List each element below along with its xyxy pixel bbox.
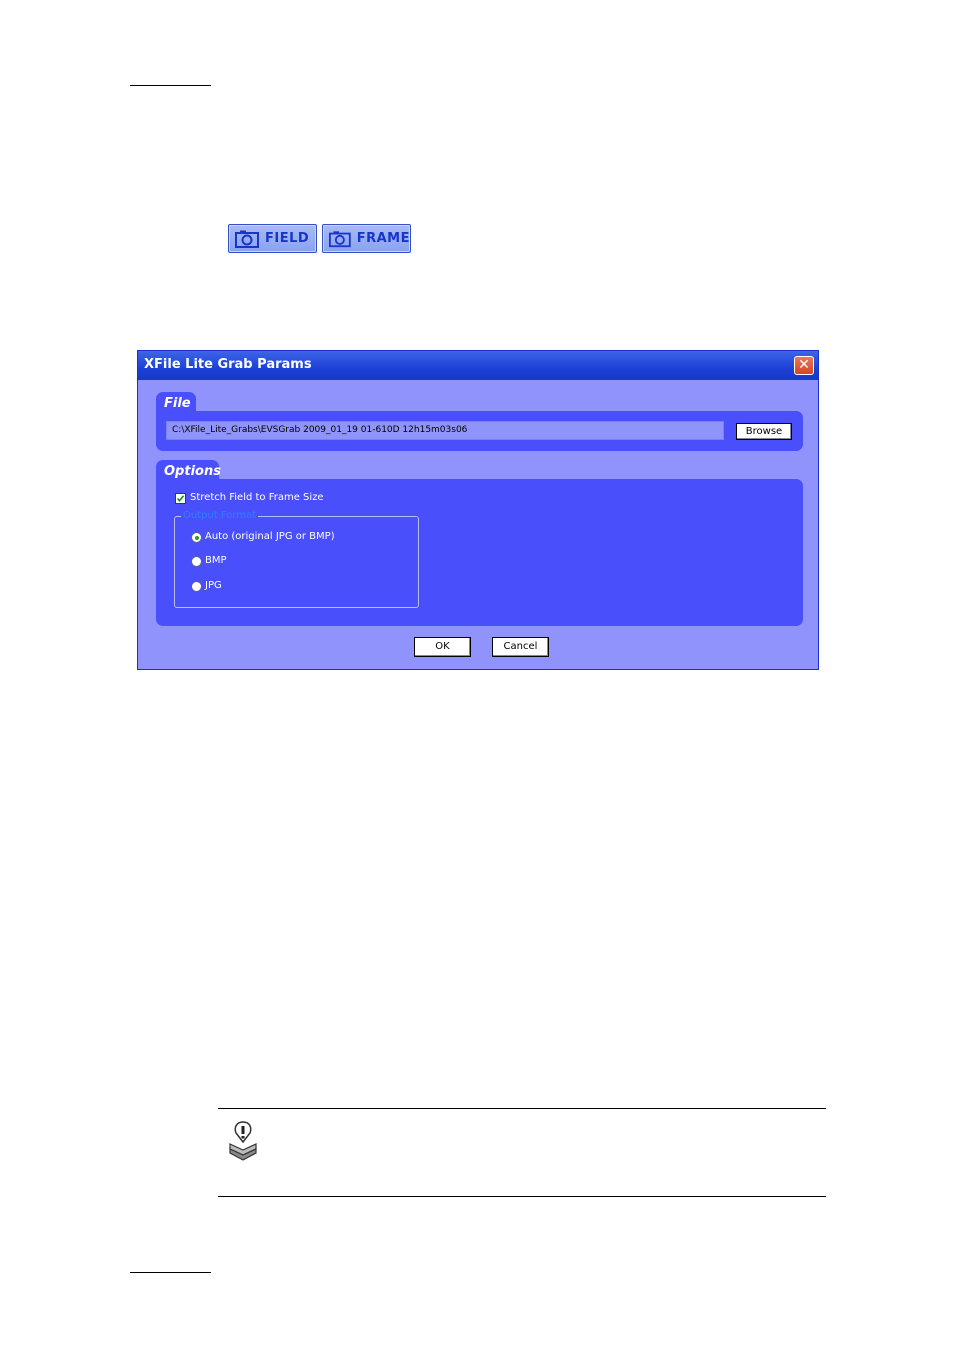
grab-frame-button[interactable]: FRAME <box>322 224 411 253</box>
grab-params-dialog: XFile Lite Grab Params ✕ File C:\XFile_L… <box>137 350 819 670</box>
browse-button[interactable]: Browse <box>736 423 792 440</box>
grab-field-label: FIELD <box>265 231 310 246</box>
footer-rule <box>130 1272 211 1273</box>
file-panel: C:\XFile_Lite_Grabs\EVSGrab 2009_01_19 0… <box>156 411 803 451</box>
dialog-titlebar[interactable]: XFile Lite Grab Params ✕ <box>138 351 818 380</box>
stretch-label: Stretch Field to Frame Size <box>190 492 324 503</box>
grab-frame-label: FRAME <box>356 231 410 246</box>
cancel-button[interactable]: Cancel <box>492 637 549 657</box>
dialog-title: XFile Lite Grab Params <box>144 357 312 372</box>
stretch-checkbox[interactable] <box>175 493 186 504</box>
camera-icon <box>329 230 351 247</box>
note-exclamation-icon <box>229 1121 257 1161</box>
tab-options: Options <box>156 460 221 480</box>
radio-auto[interactable] <box>191 532 202 543</box>
close-icon[interactable]: ✕ <box>794 356 814 375</box>
radio-bmp-label: BMP <box>205 555 227 566</box>
tab-file: File <box>156 392 196 412</box>
radio-bmp[interactable] <box>191 556 202 567</box>
header-rule <box>130 85 211 86</box>
options-panel: Stretch Field to Frame Size Output Forma… <box>156 479 803 626</box>
checkmark-icon <box>176 495 185 503</box>
file-tab-label: File <box>164 396 191 411</box>
options-tab-label: Options <box>164 464 221 479</box>
note-bottom-rule <box>218 1196 826 1197</box>
output-format-title: Output Format <box>181 510 259 521</box>
radio-auto-label: Auto (original JPG or BMP) <box>205 531 335 542</box>
radio-jpg-label: JPG <box>205 580 222 591</box>
radio-jpg[interactable] <box>191 581 202 592</box>
note-top-rule <box>218 1108 826 1109</box>
file-path-field[interactable]: C:\XFile_Lite_Grabs\EVSGrab 2009_01_19 0… <box>166 421 724 440</box>
ok-button[interactable]: OK <box>414 637 471 657</box>
camera-icon <box>235 230 259 248</box>
grab-field-button[interactable]: FIELD <box>228 224 317 253</box>
